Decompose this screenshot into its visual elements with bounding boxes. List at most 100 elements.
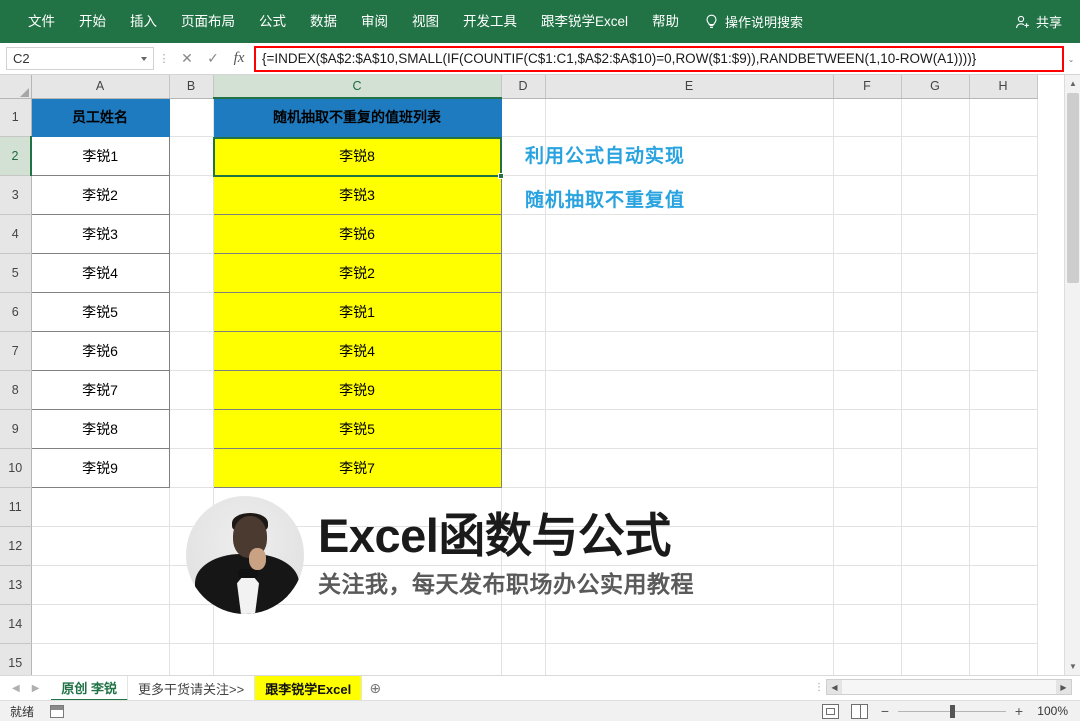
cell-g15[interactable] [901, 643, 970, 675]
cell-h10[interactable] [969, 448, 1038, 488]
cell-h4[interactable] [969, 214, 1038, 254]
cell-g7[interactable] [901, 331, 970, 371]
zoom-in-icon[interactable]: + [1014, 703, 1024, 719]
cell-a14[interactable] [31, 604, 170, 644]
cell-e6[interactable] [545, 292, 834, 332]
cell-d5[interactable] [501, 253, 546, 293]
cell-h15[interactable] [969, 643, 1038, 675]
normal-view-icon[interactable] [822, 703, 839, 719]
cell-c9[interactable]: 李锐5 [212, 408, 502, 449]
cell-d4[interactable] [501, 214, 546, 254]
insert-function-icon[interactable]: fx [226, 47, 252, 71]
cell-a4[interactable]: 李锐3 [30, 213, 170, 254]
scroll-up-icon[interactable]: ▲ [1065, 75, 1080, 92]
cell-d1[interactable] [501, 98, 546, 137]
share-button[interactable]: 共享 [1015, 0, 1062, 43]
cell-h3[interactable] [969, 175, 1038, 215]
expand-formula-bar-icon[interactable]: ⌄ [1065, 50, 1077, 68]
cell-a1[interactable]: 员工姓名 [30, 97, 170, 137]
cell-c6[interactable]: 李锐1 [212, 291, 502, 332]
confirm-formula-icon[interactable]: ✓ [200, 47, 226, 71]
row-header-14[interactable]: 14 [0, 604, 32, 644]
cell-g5[interactable] [901, 253, 970, 293]
zoom-out-icon[interactable]: − [880, 703, 890, 719]
cell-c1[interactable]: 随机抽取不重复的值班列表 [212, 97, 502, 137]
column-header-h[interactable]: H [969, 75, 1038, 99]
cell-b5[interactable] [169, 253, 214, 293]
cell-a8[interactable]: 李锐7 [30, 369, 170, 410]
sheet-tab-more-content[interactable]: 更多干货请关注>> [128, 675, 256, 701]
column-header-c[interactable]: C [213, 75, 502, 99]
column-header-g[interactable]: G [901, 75, 970, 99]
ribbon-tab-help[interactable]: 帮助 [640, 0, 691, 43]
cell-b6[interactable] [169, 292, 214, 332]
row-header-15[interactable]: 15 [0, 643, 32, 675]
cell-h14[interactable] [969, 604, 1038, 644]
hscroll-right-icon[interactable]: ▶ [1056, 680, 1071, 694]
cell-f3[interactable] [833, 175, 902, 215]
ribbon-tab-file[interactable]: 文件 [0, 0, 67, 43]
cell-f10[interactable] [833, 448, 902, 488]
ribbon-tab-developer[interactable]: 开发工具 [451, 0, 529, 43]
cell-f8[interactable] [833, 370, 902, 410]
cell-a2[interactable]: 李锐1 [30, 135, 170, 176]
cell-e7[interactable] [545, 331, 834, 371]
cell-e5[interactable] [545, 253, 834, 293]
accessibility-icon[interactable] [50, 704, 65, 718]
ribbon-tab-data[interactable]: 数据 [298, 0, 349, 43]
scroll-grip-icon[interactable]: ⋮ [814, 682, 824, 692]
row-header-1[interactable]: 1 [0, 98, 32, 137]
cell-d6[interactable] [501, 292, 546, 332]
vertical-scrollbar[interactable]: ▲ ▼ [1064, 75, 1080, 675]
row-header-2[interactable]: 2 [0, 136, 32, 176]
row-header-3[interactable]: 3 [0, 175, 32, 215]
cell-g6[interactable] [901, 292, 970, 332]
cell-b4[interactable] [169, 214, 214, 254]
cell-c7[interactable]: 李锐4 [212, 330, 502, 371]
row-header-5[interactable]: 5 [0, 253, 32, 293]
cell-g8[interactable] [901, 370, 970, 410]
name-box[interactable]: C2 [6, 47, 154, 70]
row-header-4[interactable]: 4 [0, 214, 32, 254]
cell-f14[interactable] [833, 604, 902, 644]
cell-c5[interactable]: 李锐2 [212, 252, 502, 293]
column-header-e[interactable]: E [545, 75, 834, 99]
row-header-13[interactable]: 13 [0, 565, 32, 605]
cell-a15[interactable] [31, 643, 170, 675]
cell-b2[interactable] [169, 136, 214, 176]
cell-h7[interactable] [969, 331, 1038, 371]
cell-g13[interactable] [901, 565, 970, 605]
cell-h11[interactable] [969, 487, 1038, 527]
name-box-dropdown-icon[interactable] [141, 56, 147, 61]
tell-me-search[interactable]: 操作说明搜索 [705, 12, 803, 31]
row-header-6[interactable]: 6 [0, 292, 32, 332]
cell-g4[interactable] [901, 214, 970, 254]
cell-b10[interactable] [169, 448, 214, 488]
cell-b15[interactable] [169, 643, 214, 675]
cell-h1[interactable] [969, 98, 1038, 137]
row-header-12[interactable]: 12 [0, 526, 32, 566]
hscroll-left-icon[interactable]: ◀ [827, 680, 842, 694]
cell-a12[interactable] [31, 526, 170, 566]
cell-b7[interactable] [169, 331, 214, 371]
cell-b3[interactable] [169, 175, 214, 215]
cell-g1[interactable] [901, 98, 970, 137]
cell-a13[interactable] [31, 565, 170, 605]
cell-c10[interactable]: 李锐7 [212, 447, 502, 488]
cell-g3[interactable] [901, 175, 970, 215]
formula-input[interactable]: {=INDEX($A$2:$A$10,SMALL(IF(COUNTIF(C$1:… [254, 45, 1064, 72]
ribbon-tab-page-layout[interactable]: 页面布局 [169, 0, 247, 43]
cell-f7[interactable] [833, 331, 902, 371]
scroll-down-icon[interactable]: ▼ [1065, 658, 1080, 675]
select-all-corner[interactable] [0, 75, 32, 99]
cell-g14[interactable] [901, 604, 970, 644]
column-header-a[interactable]: A [31, 75, 170, 99]
cell-b8[interactable] [169, 370, 214, 410]
cell-a3[interactable]: 李锐2 [30, 174, 170, 215]
cell-h8[interactable] [969, 370, 1038, 410]
cell-f15[interactable] [833, 643, 902, 675]
vertical-scroll-thumb[interactable] [1067, 93, 1079, 283]
cell-f4[interactable] [833, 214, 902, 254]
zoom-level[interactable]: 100% [1032, 704, 1068, 718]
cell-h6[interactable] [969, 292, 1038, 332]
